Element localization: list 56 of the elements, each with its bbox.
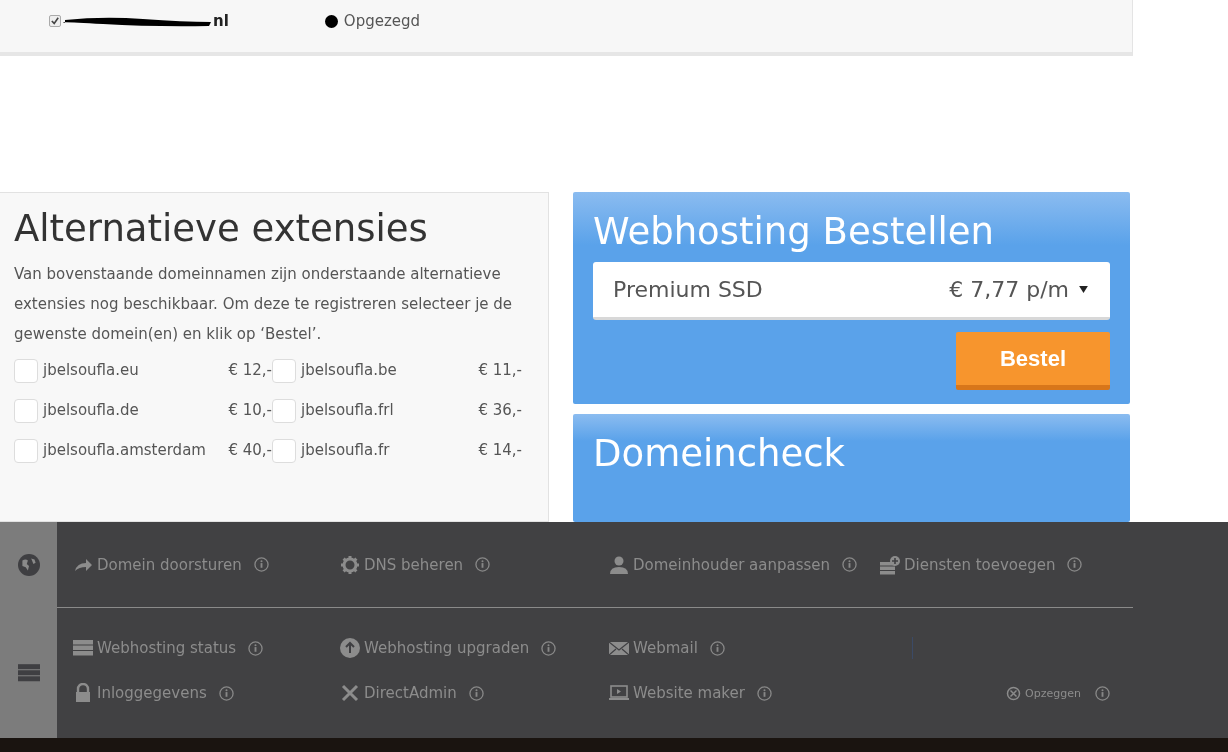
action-link[interactable]: Website maker bbox=[633, 684, 745, 702]
info-icon[interactable] bbox=[756, 685, 772, 701]
action-link[interactable]: Domeinhouder aanpassen bbox=[633, 555, 831, 574]
domain-name: jbelsoufla.fr bbox=[301, 440, 391, 462]
price: € 36,- bbox=[478, 400, 522, 422]
domain-name: jbelsoufla.eu bbox=[43, 360, 140, 382]
info-icon[interactable] bbox=[709, 640, 725, 656]
server-icon bbox=[17, 664, 40, 682]
lock-icon bbox=[73, 683, 93, 703]
user-icon bbox=[609, 554, 629, 575]
action-link[interactable]: DirectAdmin bbox=[364, 684, 457, 702]
info-icon[interactable] bbox=[1067, 557, 1083, 572]
server-icon bbox=[73, 638, 93, 658]
caret-icon bbox=[1079, 286, 1088, 294]
tools-icon bbox=[340, 683, 360, 703]
description: Van bovenstaande domeinnamen zijn onderstaande alternatieve extensies nog beschikbaar. Om deze te registreren selecteer je de gewenste domein(en) en klik op ‘Bestel’. bbox=[14, 264, 514, 346]
domain-name: jbelsoufla.amsterdam bbox=[43, 440, 207, 462]
info-icon[interactable] bbox=[248, 640, 264, 656]
action-link[interactable]: Domein doorsturen bbox=[97, 555, 242, 574]
domain-name: jbelsoufla.de bbox=[43, 400, 140, 422]
price: € 14,- bbox=[478, 440, 522, 462]
action-link[interactable]: Webhosting status bbox=[97, 639, 237, 657]
package-select[interactable]: Premium SSD € 7,77 p/m bbox=[593, 262, 1110, 321]
panel-title: Domeincheck bbox=[593, 432, 846, 477]
price: € 40,- bbox=[228, 440, 272, 462]
action-link[interactable]: Webmail bbox=[633, 639, 698, 657]
domain-name: jbelsoufla.frl bbox=[301, 400, 395, 422]
panel-title: Webhosting Bestellen bbox=[593, 210, 995, 255]
action-link[interactable]: Webhosting upgraden bbox=[364, 639, 530, 657]
domain-name: jbelsoufla.be bbox=[301, 360, 398, 382]
gear-icon bbox=[340, 554, 360, 575]
info-icon[interactable] bbox=[842, 557, 858, 572]
info-icon[interactable] bbox=[253, 557, 269, 572]
status-dot bbox=[324, 14, 338, 28]
info-icon[interactable] bbox=[541, 640, 557, 656]
monitor-icon bbox=[609, 683, 629, 703]
section-title: Alternatieve extensies bbox=[14, 207, 429, 252]
info-icon[interactable] bbox=[475, 557, 491, 572]
checkbox[interactable] bbox=[49, 15, 61, 27]
upload-circle-icon bbox=[340, 638, 360, 658]
domain-name: nl bbox=[213, 12, 229, 30]
action-link[interactable]: Diensten toevoegen bbox=[904, 555, 1056, 574]
close-circle-icon bbox=[1006, 685, 1022, 701]
status-label: Opgezegd bbox=[343, 12, 421, 30]
info-icon[interactable] bbox=[218, 685, 234, 701]
info-icon[interactable] bbox=[1095, 685, 1110, 701]
price: € 10,- bbox=[228, 400, 272, 422]
action-link[interactable]: DNS beheren bbox=[364, 555, 464, 574]
action-link[interactable]: Opzeggen bbox=[1025, 686, 1081, 700]
price: € 12,- bbox=[228, 360, 272, 382]
price: € 11,- bbox=[478, 360, 522, 382]
server-plus-icon bbox=[880, 554, 900, 575]
info-icon[interactable] bbox=[468, 685, 484, 701]
globe-icon bbox=[17, 554, 40, 576]
order-button[interactable]: Bestel bbox=[956, 332, 1110, 391]
action-link[interactable]: Inloggegevens bbox=[97, 684, 207, 702]
